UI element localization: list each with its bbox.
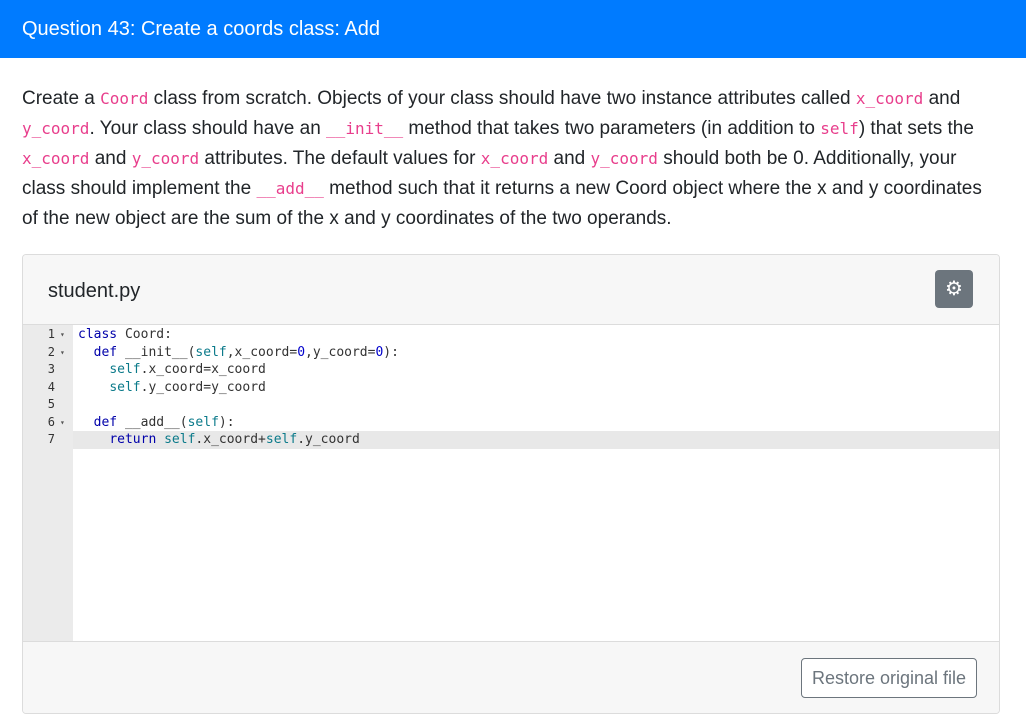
code-line[interactable] bbox=[73, 396, 999, 414]
gutter-row: 3 bbox=[23, 361, 73, 379]
code-text: ): bbox=[218, 414, 235, 430]
inline-code: y_coord bbox=[131, 149, 200, 168]
gutter-row: 1 ▾ bbox=[23, 326, 73, 344]
prompt-text: and bbox=[923, 88, 961, 109]
self-token: self bbox=[187, 414, 219, 430]
code-line[interactable]: class Coord: bbox=[73, 326, 999, 344]
inline-code: x_coord bbox=[480, 149, 549, 168]
inline-code: Coord bbox=[100, 89, 149, 108]
keyword: def bbox=[93, 414, 118, 430]
fold-toggle-icon[interactable]: ▾ bbox=[60, 414, 65, 432]
file-footer: Restore original file bbox=[23, 641, 999, 713]
gear-icon: ⚙ bbox=[945, 278, 963, 300]
code-line[interactable]: def __init__(self,x_coord=0,y_coord=0): bbox=[73, 344, 999, 362]
question-title: Question 43: Create a coords class: Add bbox=[22, 17, 380, 40]
question-header: Question 43: Create a coords class: Add bbox=[0, 0, 1026, 58]
keyword: class bbox=[78, 327, 118, 342]
code-line[interactable]: self.x_coord=x_coord bbox=[73, 361, 999, 379]
inline-code: self bbox=[820, 119, 859, 138]
prompt-text: ) that sets the bbox=[858, 118, 974, 139]
number-literal: 0 bbox=[297, 344, 306, 360]
fold-toggle-icon[interactable]: ▾ bbox=[60, 326, 65, 344]
self-token: self bbox=[164, 432, 196, 447]
inline-code: __add__ bbox=[256, 179, 324, 198]
code-text: .x_coord+ bbox=[195, 432, 266, 447]
function-name: __add__ bbox=[117, 414, 180, 430]
line-number: 6 bbox=[47, 414, 55, 429]
keyword: def bbox=[93, 344, 118, 360]
code-line[interactable]: self.y_coord=y_coord bbox=[73, 379, 999, 397]
gutter-row: 4 bbox=[23, 379, 73, 397]
line-number: 4 bbox=[47, 379, 55, 394]
line-number: 3 bbox=[47, 362, 55, 376]
code-text: .y_coord=y_coord bbox=[140, 379, 266, 395]
inline-code: y_coord bbox=[22, 119, 90, 138]
line-number: 1 bbox=[47, 327, 55, 341]
prompt-text: and bbox=[548, 148, 591, 169]
code-text: .y_coord bbox=[297, 432, 360, 447]
restore-original-file-button[interactable]: Restore original file bbox=[801, 658, 977, 698]
self-token: self bbox=[195, 344, 227, 360]
gutter-row: 2 ▾ bbox=[23, 344, 73, 362]
line-number: 7 bbox=[47, 432, 55, 446]
code-text: Coord: bbox=[117, 327, 172, 342]
editor-settings-button[interactable]: ⚙ bbox=[935, 270, 973, 308]
inline-code: x_coord bbox=[22, 149, 90, 168]
keyword: return bbox=[109, 432, 157, 447]
self-token: self bbox=[109, 379, 141, 395]
self-token: self bbox=[265, 432, 298, 447]
prompt-text: class from scratch. Objects of your clas… bbox=[148, 88, 856, 109]
line-number-gutter: 1 ▾ 2 ▾ 3 4 5 6 ▾ 7 bbox=[23, 325, 73, 641]
prompt-text: Create a bbox=[22, 88, 101, 109]
inline-code: y_coord bbox=[590, 149, 658, 168]
inline-code: __init__ bbox=[326, 119, 404, 138]
prompt-text: attributes. The default values for bbox=[199, 148, 481, 169]
code-text: ): bbox=[383, 344, 399, 360]
line-number: 5 bbox=[47, 397, 55, 411]
gutter-row: 7 bbox=[23, 431, 73, 449]
code-text: ,x_coord= bbox=[226, 344, 298, 360]
fold-toggle-icon[interactable]: ▾ bbox=[60, 344, 65, 362]
self-token: self bbox=[109, 362, 141, 377]
code-text: ,y_coord= bbox=[305, 344, 376, 360]
code-line-active[interactable]: return self.x_coord+self.y_coord bbox=[73, 431, 999, 449]
code-text: .x_coord=x_coord bbox=[140, 362, 266, 377]
prompt-text: and bbox=[89, 148, 132, 169]
gutter-row: 6 ▾ bbox=[23, 414, 73, 432]
code-text: ( bbox=[179, 414, 188, 430]
function-name: __init__ bbox=[117, 344, 188, 360]
question-prompt: Create a Coord class from scratch. Objec… bbox=[22, 84, 997, 234]
prompt-text: method that takes two parameters (in add… bbox=[403, 118, 821, 139]
line-number: 2 bbox=[47, 344, 55, 359]
gutter-row: 5 bbox=[23, 396, 73, 414]
code-editor[interactable]: 1 ▾ 2 ▾ 3 4 5 6 ▾ 7 class Coord: def __init… bbox=[23, 325, 999, 641]
prompt-text: . Your class should have an bbox=[89, 118, 327, 139]
file-editor-card: student.py ⚙ 1 ▾ 2 ▾ 3 4 5 6 ▾ 7 class Coor… bbox=[22, 254, 1000, 714]
code-line[interactable]: def __add__(self): bbox=[73, 414, 999, 432]
inline-code: x_coord bbox=[855, 89, 924, 108]
file-header: student.py ⚙ bbox=[23, 255, 999, 325]
file-name: student.py bbox=[48, 280, 141, 302]
